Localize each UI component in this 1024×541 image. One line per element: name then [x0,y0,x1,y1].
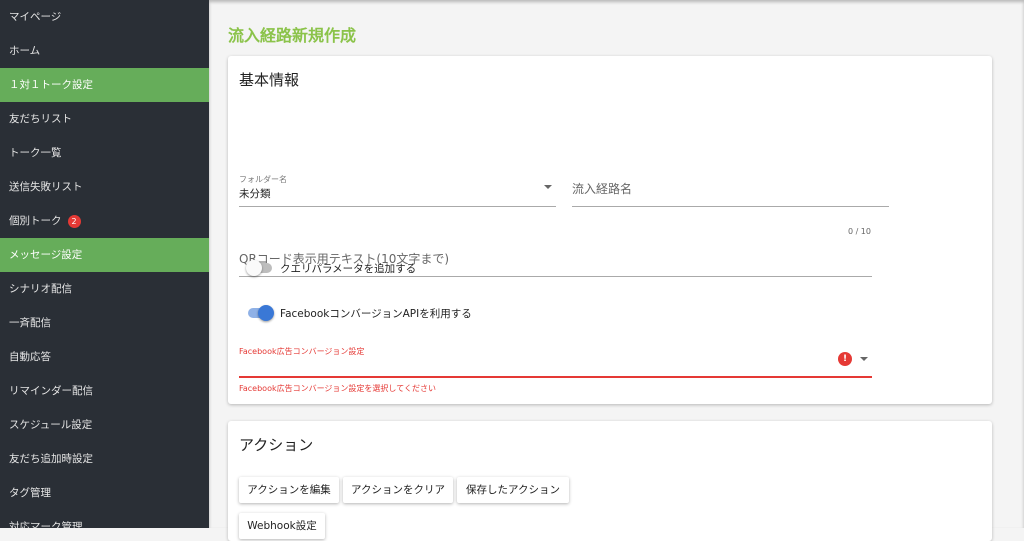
sidebar-item[interactable]: タグ管理 [0,476,209,510]
action-heading: アクション [239,436,314,454]
sidebar-item[interactable]: 一斉配信 [0,306,209,340]
chevron-down-icon [860,357,868,361]
query-param-label: クエリパラメータを追加する [280,263,417,275]
sidebar-item[interactable]: １対１トーク設定 [0,68,209,102]
route-name-input[interactable]: 流入経路名 [572,171,889,207]
query-param-toggle[interactable] [246,260,272,276]
sidebar-item-label: シナリオ配信 [9,283,72,295]
saved-action-button[interactable]: 保存したアクション [457,477,569,503]
fb-conversion-error: Facebook広告コンバージョン設定を選択してください [239,384,436,393]
action-card: アクション アクションを編集 アクションをクリア 保存したアクション Webho… [228,421,992,541]
sidebar-item[interactable]: 対応マーク管理 [0,510,209,528]
folder-value: 未分類 [239,188,271,200]
sidebar-item-label: リマインダー配信 [9,385,93,397]
sidebar-item-label: 自動応答 [9,351,51,363]
basic-info-heading: 基本情報 [239,71,300,89]
sidebar-item-label: マイページ [9,11,62,23]
page-title: 流入経路新規作成 [228,26,357,45]
sidebar-item[interactable]: トーク一覧 [0,136,209,170]
sidebar-item-label: メッセージ設定 [9,249,83,261]
webhook-settings-button[interactable]: Webhook設定 [239,513,325,539]
sidebar-item[interactable]: リマインダー配信 [0,374,209,408]
sidebar-item[interactable]: メッセージ設定 [0,238,209,272]
sidebar-item[interactable]: スケジュール設定 [0,408,209,442]
sidebar-item[interactable]: 友だち追加時設定 [0,442,209,476]
sidebar-item[interactable]: 個別トーク 2 [0,204,209,238]
sidebar-item-label: スケジュール設定 [9,419,93,431]
fb-api-toggle[interactable] [248,305,274,321]
sidebar-item-label: １対１トーク設定 [9,79,93,91]
qr-counter: 0 / 10 [847,227,871,236]
unread-badge: 2 [67,214,81,228]
sidebar-item-label: ホーム [9,45,41,57]
sidebar-item-label: トーク一覧 [9,147,62,159]
sidebar: マイページホーム １対１トーク設定 友だちリスト トーク一覧送信失敗リスト 個別トーク 2… [0,0,209,528]
fb-conversion-select[interactable]: Facebook広告コンバージョン設定 ! [239,343,872,378]
sidebar-item-label: 送信失敗リスト [9,181,83,193]
sidebar-item-label: 友だち追加時設定 [9,453,93,465]
edit-action-button[interactable]: アクションを編集 [239,477,339,503]
clear-action-button[interactable]: アクションをクリア [343,477,453,503]
sidebar-item-label: 友だちリスト [9,113,72,125]
sidebar-item-label: 一斉配信 [9,317,51,329]
folder-select[interactable]: フォルダー名 未分類 [239,171,556,207]
sidebar-item-label: タグ管理 [9,487,51,499]
sidebar-item[interactable]: シナリオ配信 [0,272,209,306]
basic-info-card: 基本情報 フォルダー名 未分類 流入経路名 QRコード表示用テキスト(10文字ま… [228,56,992,404]
sidebar-item[interactable]: マイページ [0,0,209,34]
fb-conversion-label: Facebook広告コンバージョン設定 [239,347,365,356]
main-content: 流入経路新規作成 基本情報 フォルダー名 未分類 流入経路名 QRコード表示用テ… [209,0,1024,541]
chevron-down-icon [544,185,552,189]
sidebar-item[interactable]: 自動応答 [0,340,209,374]
sidebar-item[interactable]: ホーム [0,34,209,68]
sidebar-item[interactable]: 友だちリスト [0,102,209,136]
error-icon: ! [838,352,852,366]
fb-api-label: FacebookコンバージョンAPIを利用する [280,308,472,320]
route-name-placeholder: 流入経路名 [572,182,633,196]
sidebar-item-label: 個別トーク [9,215,62,227]
sidebar-item-label: 対応マーク管理 [9,521,83,528]
folder-label: フォルダー名 [239,175,287,184]
sidebar-item[interactable]: 送信失敗リスト [0,170,209,204]
